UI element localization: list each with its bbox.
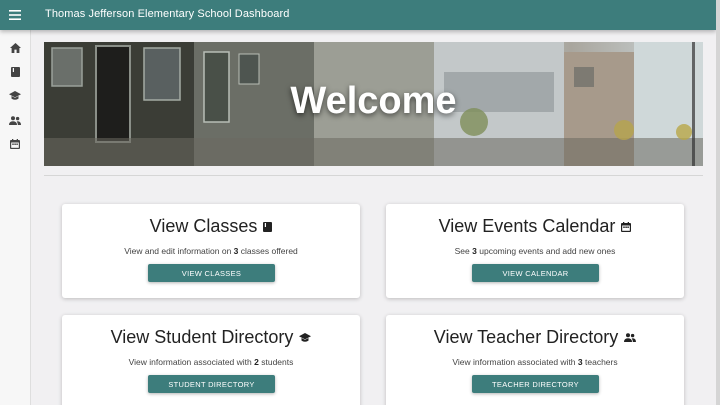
teachers-card: View Teacher Directory View information … [386, 315, 684, 405]
book-icon [10, 67, 20, 77]
calendar-icon [621, 221, 632, 232]
events-card-title-text: View Events Calendar [438, 216, 616, 236]
description-text: See [454, 246, 473, 256]
welcome-heading: Welcome [290, 80, 457, 122]
students-card: View Student Directory View information … [62, 315, 360, 405]
sidebar-item-home[interactable] [8, 41, 22, 55]
description-text: View information associated with [128, 357, 255, 367]
hero-banner: Welcome [44, 42, 703, 166]
app-title: Thomas Jefferson Elementary School Dashb… [45, 8, 290, 20]
description-text: students [258, 357, 294, 367]
menu-button[interactable] [0, 0, 30, 30]
app-bar: Thomas Jefferson Elementary School Dashb… [0, 0, 716, 30]
graduation-cap-icon [299, 332, 312, 342]
description-text: upcoming events and add new ones [476, 246, 616, 256]
description-text: classes offered [238, 246, 298, 256]
people-icon [624, 333, 637, 342]
view-calendar-button[interactable]: VIEW CALENDAR [472, 264, 599, 282]
description-text: View and edit information on [124, 246, 234, 256]
sidebar-item-students[interactable] [8, 89, 22, 103]
classes-card-title-text: View Classes [149, 216, 258, 236]
student-directory-button[interactable]: STUDENT DIRECTORY [148, 375, 275, 393]
hamburger-icon [9, 10, 21, 20]
teacher-directory-button[interactable]: TEACHER DIRECTORY [472, 375, 599, 393]
teachers-card-title-text: View Teacher Directory [433, 327, 619, 347]
events-card: View Events Calendar See 3 upcoming even… [386, 204, 684, 298]
scrollbar[interactable] [716, 0, 720, 405]
graduation-cap-icon [9, 91, 21, 100]
sidebar [0, 30, 31, 405]
sidebar-item-classes[interactable] [8, 65, 22, 79]
sidebar-item-teachers[interactable] [8, 113, 22, 127]
description-text: View information associated with [452, 357, 578, 367]
classes-card-description: View and edit information on 3 classes o… [62, 246, 360, 256]
book-icon [263, 221, 273, 232]
classes-card: View Classes View and edit information o… [62, 204, 360, 298]
calendar-icon [10, 139, 20, 149]
events-card-description: See 3 upcoming events and add new ones [386, 246, 684, 256]
students-card-title: View Student Directory [62, 327, 360, 348]
people-icon [9, 115, 21, 125]
students-card-description: View information associated with 2 stude… [62, 357, 360, 367]
view-classes-button[interactable]: VIEW CLASSES [148, 264, 275, 282]
home-icon [9, 43, 21, 53]
teachers-card-description: View information associated with 3 teach… [386, 357, 684, 367]
teachers-card-title: View Teacher Directory [386, 327, 684, 348]
sidebar-item-calendar[interactable] [8, 137, 22, 151]
classes-card-title: View Classes [62, 216, 360, 237]
events-card-title: View Events Calendar [386, 216, 684, 237]
students-card-title-text: View Student Directory [110, 327, 294, 347]
divider [44, 175, 703, 176]
description-text: teachers [582, 357, 618, 367]
